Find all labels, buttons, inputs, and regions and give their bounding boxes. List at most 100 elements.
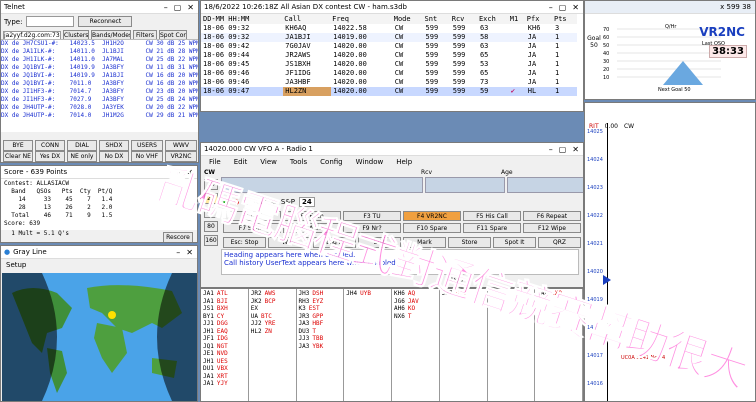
close-icon[interactable]: ✕: [572, 145, 579, 154]
spot-line[interactable]: DX de JH1ILK-#: 14011.0 JA7MAL CW 25 dB …: [1, 56, 198, 64]
close-icon[interactable]: ✕: [187, 3, 194, 12]
ne-only-button[interactable]: NE only: [67, 151, 97, 162]
rcv-input[interactable]: [425, 177, 505, 193]
fkey-button[interactable]: F12 Wipe: [523, 223, 581, 233]
run-radio[interactable]: ○: [243, 198, 249, 206]
action-button[interactable]: Esc: Stop: [223, 237, 266, 248]
fkey-button[interactable]: F3 TU: [343, 211, 401, 221]
wpm-field[interactable]: 24: [299, 197, 315, 207]
action-button[interactable]: Store: [448, 237, 491, 248]
dial-button[interactable]: DIAL: [67, 140, 97, 151]
type-input[interactable]: [26, 16, 75, 27]
check-partial-call[interactable]: HL2 ZN: [251, 328, 294, 336]
menu-help[interactable]: Help: [396, 158, 412, 166]
log-row[interactable]: 18-06 09:42 7G0JAV 14020.00 CW 599 599 63 JA 1: [201, 42, 577, 51]
check-partial-call[interactable]: JH1 EAQ: [203, 328, 246, 336]
age-input[interactable]: [507, 177, 583, 193]
check-partial-call[interactable]: JR2 AWS: [251, 290, 294, 298]
bandmap-scale[interactable]: [607, 123, 608, 401]
check-partial-call[interactable]: DU3 T: [299, 328, 342, 336]
fkey-button[interactable]: F8 Agn?: [283, 223, 341, 233]
fkey-button[interactable]: F1 Q/I?: [223, 211, 281, 221]
column-header[interactable]: Freq: [331, 14, 393, 24]
log-row[interactable]: 18-06 09:45 JS1BXH 14020.00 CW 599 599 53 JA 1: [201, 60, 577, 69]
menu-edit[interactable]: Edit: [234, 158, 248, 166]
minimize-icon[interactable]: –: [176, 248, 180, 257]
check-partial-call[interactable]: RH3 EYZ: [299, 298, 342, 306]
fkey-button[interactable]: F5 His Call: [463, 211, 521, 221]
check-partial-call[interactable]: JJ7 UJU: [442, 290, 485, 298]
check-partial-call[interactable]: JA3 HBF: [299, 320, 342, 328]
check-partial-call[interactable]: JH4 UYB: [346, 290, 389, 298]
column-header[interactable]: Exch: [478, 14, 509, 24]
check-partial-call[interactable]: JJ3 TBB: [299, 335, 342, 343]
spot-line[interactable]: DX de JQ1BVI-#: 14019.9 JA3BFY CW 11 dB …: [1, 64, 198, 72]
entry-titlebar[interactable]: 14020.000 CW VFO A - Radio 1 – ▢ ✕: [201, 143, 583, 156]
check-partial-call[interactable]: JA1 XRT: [203, 373, 246, 381]
fkey-button[interactable]: F9 Nr?: [343, 223, 401, 233]
action-button[interactable]: QRZ: [538, 237, 581, 248]
menu-config[interactable]: Config: [320, 158, 342, 166]
fkey-button[interactable]: F2 Exch: [283, 211, 341, 221]
check-partial-call[interactable]: AH6 KO: [394, 305, 437, 313]
check-partial-call[interactable]: JS1 BXH: [203, 305, 246, 313]
setup-menu[interactable]: Setup: [1, 259, 197, 271]
no-vhf-button[interactable]: No VHF: [131, 151, 163, 162]
log-row[interactable]: 18-06 09:46 JF1IDG 14020.00 CW 599 599 65 JA 1: [201, 69, 577, 78]
check-partial-call[interactable]: EX: [251, 305, 294, 313]
spot-line[interactable]: DX de JH7CSU1-#: 14023.5 JH1H2O CW 30 dB…: [1, 40, 198, 48]
column-header[interactable]: Pts: [553, 14, 577, 24]
check-partial-call[interactable]: JH3 DSH: [299, 290, 342, 298]
yes-dx-button[interactable]: Yes DX: [35, 151, 65, 162]
maximize-icon[interactable]: ▢: [559, 145, 567, 154]
check-partial-call[interactable]: JA0 CXQ: [537, 290, 580, 298]
spot-line[interactable]: DX de JQ1BVI-#: 7011.0 JA3BFY CW 16 dB 2…: [1, 80, 198, 88]
minimize-icon[interactable]: –: [176, 168, 180, 177]
band-80-button[interactable]: 80: [204, 221, 218, 232]
check-partial-call[interactable]: JA1 ATL: [203, 290, 246, 298]
rate-titlebar[interactable]: x 599 38: [585, 1, 755, 14]
log-row[interactable]: 18-06 09:32 JA1BJI 14019.00 CW 599 599 58 JA 1: [201, 33, 577, 42]
action-button[interactable]: Mark: [403, 237, 446, 248]
score-titlebar[interactable]: Score - 639 Points – ✕: [1, 166, 197, 179]
column-header[interactable]: Mode: [393, 14, 424, 24]
column-header[interactable]: Snt: [424, 14, 451, 24]
maximize-icon[interactable]: ▢: [559, 3, 567, 12]
conn-button[interactable]: CONN: [35, 140, 65, 151]
check-partial-call[interactable]: K3 EST: [299, 305, 342, 313]
bandmap-spot[interactable]: UC0A 3241 Nov 4: [621, 355, 665, 361]
check-partial-call[interactable]: JA3 YBK: [299, 343, 342, 351]
minimize-icon[interactable]: –: [549, 145, 553, 154]
check-partial-call[interactable]: JF1 IDG: [203, 335, 246, 343]
spot-line[interactable]: DX de JQ1BVI-#: 14019.9 JA1BJI CW 16 dB …: [1, 72, 198, 80]
call-input[interactable]: [221, 177, 423, 193]
bye-button[interactable]: BYE: [3, 140, 33, 151]
log-titlebar[interactable]: 18/6/2022 10:26:18Z All Asian DX contest…: [201, 1, 583, 14]
check-partial-call[interactable]: KH6 AQ: [394, 290, 437, 298]
check-partial-call[interactable]: JJ1 DGG: [203, 320, 246, 328]
log-row[interactable]: 18-06 09:47 HL2ZN 14020.00 CW 599 599 59 ✔ HL 1: [201, 87, 577, 96]
wwv-button[interactable]: WWV: [165, 140, 197, 151]
menu-view[interactable]: View: [260, 158, 277, 166]
check-partial-call[interactable]: JR3 GPP: [299, 313, 342, 321]
check-partial-call[interactable]: NX6 T: [394, 313, 437, 321]
telnet-titlebar[interactable]: Telnet – ▢ ✕: [1, 1, 198, 14]
check-partial-call[interactable]: JE1 NVD: [203, 350, 246, 358]
fkey-button[interactable]: F7 Spare: [223, 223, 281, 233]
fkey-button[interactable]: F4 VR2NC: [403, 211, 461, 221]
log-row[interactable]: 18-06 09:44 JR2AWS 14020.00 CW 599 599 65 JA 1: [201, 51, 577, 60]
rescore-button[interactable]: Rescore: [163, 232, 193, 242]
clear-ne-button[interactable]: Clear NE: [3, 151, 33, 162]
check-partial-call[interactable]: JH1 UES: [203, 358, 246, 366]
spot-list[interactable]: DX de JH7CSU1-#: 14023.5 JH1H2O CW 30 dB…: [1, 39, 198, 132]
minimize-icon[interactable]: –: [164, 3, 168, 12]
action-button[interactable]: Wipe: [268, 237, 311, 248]
spot-line[interactable]: DX de JA1ILK-#: 14011.0 JL1BJI CW 21 dB …: [1, 48, 198, 56]
log-row[interactable]: 18-06 09:46 JA3HBF 14020.00 CW 599 599 73 JA 1: [201, 78, 577, 87]
shdx-button[interactable]: SHDX: [99, 140, 129, 151]
check-partial-call[interactable]: JA1 YJY: [203, 380, 246, 388]
action-button[interactable]: Edit: [358, 237, 401, 248]
check-partial-call[interactable]: JG6 JAV: [394, 298, 437, 306]
check-partial-call[interactable]: JQ1 NGT: [203, 343, 246, 351]
sp-radio[interactable]: ◉: [271, 198, 277, 206]
